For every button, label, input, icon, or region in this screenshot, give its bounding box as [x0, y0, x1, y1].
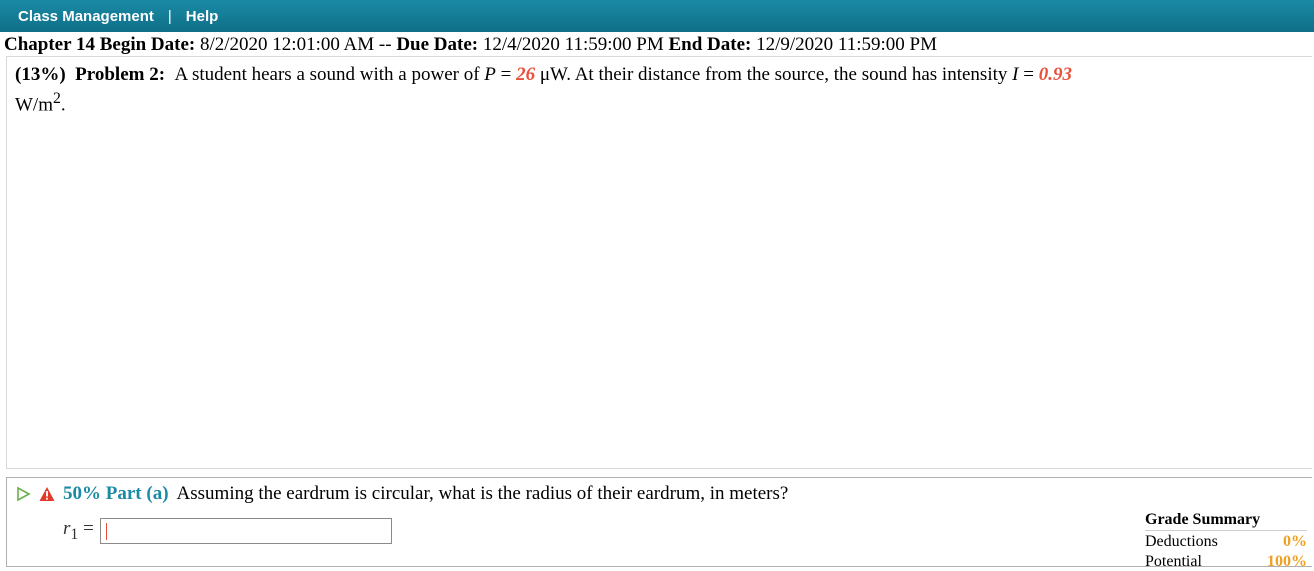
- answer-variable-label: r1 =: [63, 518, 94, 544]
- part-a-header: 50% Part (a) Assuming the eardrum is cir…: [15, 483, 788, 505]
- intensity-value: 0.93: [1038, 64, 1072, 85]
- problem-text: (13%) Problem 2: A student hears a sound…: [15, 63, 1195, 117]
- intensity-unit-exponent: 2: [53, 90, 61, 107]
- part-a-question: Assuming the eardrum is circular, what i…: [176, 483, 789, 504]
- nav-separator: |: [167, 7, 172, 25]
- end-date-value: 12/9/2020 11:59:00 PM: [756, 34, 937, 55]
- grade-summary: Grade Summary Deductions 0% Potential 10…: [1145, 511, 1307, 571]
- text-caret: [105, 523, 107, 540]
- begin-date-value: 8/2/2020 12:01:00 AM: [199, 34, 375, 55]
- end-date-label: End Date:: [668, 34, 752, 55]
- date-separator: --: [378, 34, 392, 55]
- potential-value: 100%: [1267, 553, 1307, 570]
- problem-title: Problem 2:: [75, 64, 166, 85]
- answer-input[interactable]: [99, 518, 392, 544]
- problem-statement-box: (13%) Problem 2: A student hears a sound…: [6, 56, 1312, 469]
- equals-sign: =: [495, 64, 517, 85]
- grade-summary-title: Grade Summary: [1145, 511, 1307, 531]
- help-link[interactable]: Help: [186, 8, 219, 25]
- chapter-label: Chapter 14: [4, 34, 95, 55]
- answer-variable-subscript: 1: [70, 525, 79, 543]
- class-management-link[interactable]: Class Management: [18, 8, 154, 25]
- deductions-label: Deductions: [1145, 533, 1218, 550]
- assignment-dates: Chapter 14 Begin Date: 8/2/2020 12:01:00…: [4, 34, 937, 56]
- period: .: [60, 94, 66, 116]
- problem-text-part-1: A student hears a sound with a power of: [174, 64, 480, 85]
- problem-text-part-2: μW. At their distance from the source, t…: [535, 64, 1008, 85]
- begin-date-label: Begin Date:: [99, 34, 196, 55]
- intensity-unit: W/m: [15, 94, 53, 116]
- equals-sign-2: =: [1018, 64, 1039, 85]
- due-date-value: 12/4/2020 11:59:00 PM: [482, 34, 664, 55]
- power-variable: P: [484, 64, 496, 85]
- deductions-value: 0%: [1283, 533, 1307, 550]
- answer-row: r1 =: [63, 518, 392, 544]
- top-nav-bar: Class Management | Help: [0, 0, 1314, 32]
- problem-weight: (13%): [15, 64, 66, 85]
- power-value: 26: [516, 64, 536, 85]
- potential-label: Potential: [1145, 553, 1202, 570]
- deductions-row: Deductions 0%: [1145, 533, 1307, 551]
- part-a-title: 50% Part (a): [63, 483, 169, 504]
- expand-play-icon[interactable]: [15, 486, 31, 502]
- warning-icon: [39, 487, 55, 501]
- potential-row: Potential 100%: [1145, 553, 1307, 571]
- due-date-label: Due Date:: [396, 34, 479, 55]
- part-a-box: 50% Part (a) Assuming the eardrum is cir…: [6, 477, 1312, 570]
- answer-equals: =: [83, 518, 94, 540]
